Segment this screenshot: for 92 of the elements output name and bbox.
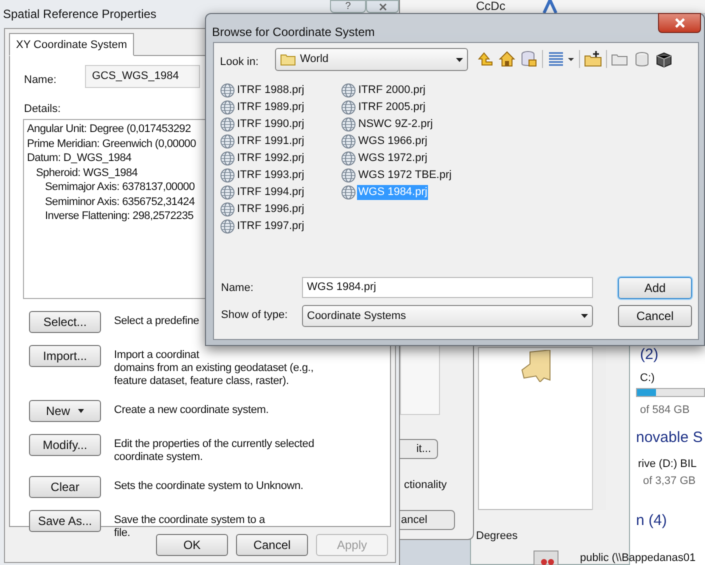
home-icon[interactable] (498, 50, 516, 68)
style-preview[interactable]: CcDc (476, 0, 506, 15)
file-item[interactable]: NSWC 9Z-2.prj (357, 117, 434, 132)
globe-icon (341, 185, 356, 200)
file-item[interactable]: ITRF 1988.prj (236, 83, 306, 98)
status-text: Degrees (476, 529, 518, 544)
details-line: Semimajor Axis: 6378137,00000 (44, 180, 195, 194)
file-item[interactable]: ITRF 1996.prj (236, 202, 306, 217)
globe-icon (220, 219, 235, 234)
file-item[interactable]: WGS 1972.prj (357, 151, 428, 166)
window-title: Spatial Reference Properties (3, 6, 156, 23)
dialog-button[interactable]: Add (618, 277, 692, 299)
action-button[interactable]: New (29, 400, 101, 422)
type-label: Show of type: (221, 308, 288, 323)
caret-icon (581, 314, 588, 318)
file-item[interactable]: ITRF 1992.prj (236, 151, 306, 166)
file-item[interactable]: WGS 1972 TBE.prj (357, 168, 453, 183)
globe-icon (220, 83, 235, 98)
name-label: Name: (221, 281, 254, 296)
file-item[interactable]: ITRF 1994.prj (236, 185, 306, 200)
globe-icon (341, 83, 356, 98)
caret-icon (456, 58, 463, 62)
file-item[interactable]: WGS 1966.prj (357, 134, 428, 149)
action-button[interactable]: Modify... (29, 434, 101, 456)
new-folder-icon[interactable] (584, 50, 602, 68)
name-field[interactable]: WGS 1984.prj (302, 277, 593, 298)
help-button[interactable]: ? (330, 0, 366, 13)
look-in-label: Look in: (220, 55, 259, 70)
close-button[interactable] (658, 13, 701, 33)
list-view-icon[interactable] (547, 50, 575, 68)
drive-label: C:) (640, 371, 655, 386)
tab[interactable]: XY Coordinate System (9, 33, 134, 56)
file-item[interactable]: ITRF 1989.prj (236, 100, 306, 115)
action-button[interactable]: Import... (29, 345, 101, 367)
group-title: novable S (636, 428, 703, 448)
name-label: Name: (24, 73, 56, 88)
globe-icon (220, 151, 235, 166)
drive-size: of 584 GB (640, 403, 690, 418)
group-count: (2) (640, 345, 658, 365)
file-item[interactable]: ITRF 1990.prj (236, 117, 306, 132)
action-button[interactable]: Save As... (29, 510, 101, 532)
window-title: Browse for Coordinate System (212, 24, 375, 41)
globe-icon (220, 134, 235, 149)
close-icon (378, 2, 386, 10)
action-description: Import a coordinat domains from an existing geodataset (e.g., feature dataset, feature class, raster). (114, 348, 314, 388)
globe-icon (220, 202, 235, 217)
share-label: public (\\Bappedanas01 (580, 551, 696, 565)
dialog-button[interactable]: OK (156, 534, 228, 556)
globe-icon (341, 117, 356, 132)
caret-icon (78, 409, 84, 413)
file-item[interactable]: ITRF 1993.prj (236, 168, 306, 183)
option-label: ctionality (404, 478, 447, 493)
file-item[interactable]: ITRF 2005.prj (357, 100, 426, 115)
action-button[interactable]: Select... (29, 311, 101, 333)
details-line: Prime Meridian: Greenwich (0,00000 (27, 136, 196, 151)
globe-icon (220, 168, 235, 183)
list-panel (400, 345, 440, 415)
file-item[interactable]: ITRF 2000.prj (357, 83, 426, 98)
globe-icon (341, 168, 356, 183)
up-folder-icon[interactable] (476, 50, 494, 68)
details-line: Semiminor Axis: 6356752,31424 (44, 194, 195, 209)
file-item[interactable]: ITRF 1997.prj (236, 219, 306, 234)
action-description: Edit the properties of the currently selected coordinate system. (114, 437, 314, 464)
details-line: Inverse Flattening: 298,2572235 (44, 209, 194, 224)
drive-label: rive (D:) BIL (638, 457, 697, 472)
globe-icon (220, 100, 235, 115)
details-line: Datum: D_WGS_1984 (27, 151, 132, 166)
details-line: Spheroid: WGS_1984 (35, 166, 138, 180)
type-dropdown[interactable]: Coordinate Systems (302, 305, 593, 327)
database-folder-icon[interactable] (520, 50, 538, 68)
group-title: n (4) (636, 511, 667, 531)
globe-icon (220, 117, 235, 132)
action-description: Create a new coordinate system. (114, 403, 269, 417)
folder-icon (280, 53, 296, 66)
globe-icon (341, 100, 356, 115)
look-in-dropdown[interactable]: World (275, 48, 468, 71)
action-description: Sets the coordinate system to Unknown. (114, 479, 304, 493)
globe-icon (220, 185, 235, 200)
close-icon (674, 18, 686, 28)
dialog-button[interactable]: Cancel (618, 305, 692, 327)
details-line: Angular Unit: Degree (0,017453292 (27, 122, 191, 136)
file-item[interactable]: ITRF 1991.prj (236, 134, 306, 149)
dialog-button[interactable]: Cancel (236, 534, 308, 556)
close-button[interactable] (366, 0, 399, 13)
action-button[interactable]: Clear (29, 476, 101, 498)
details-label: Details: (24, 102, 61, 117)
globe-icon (341, 151, 356, 166)
name-field[interactable]: GCS_WGS_1984 (85, 65, 200, 88)
drive-size: of 3,37 GB (643, 474, 696, 489)
action-description: Select a predefine (114, 314, 200, 328)
toolbox-icon[interactable] (655, 50, 673, 68)
globe-icon (341, 134, 356, 149)
